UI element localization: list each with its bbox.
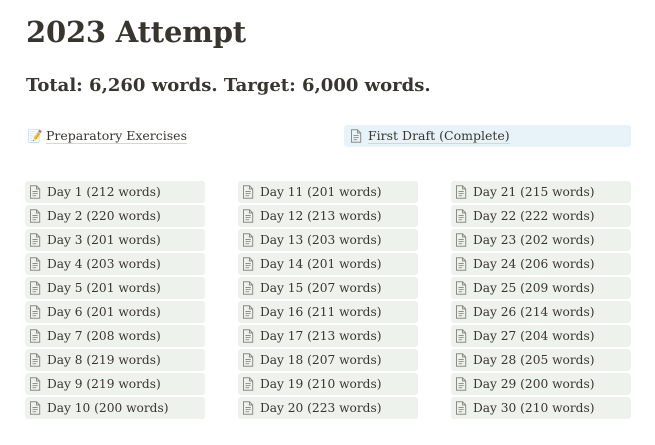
document-icon (30, 401, 41, 415)
day-page-link[interactable]: Day 30 (210 words) (451, 397, 631, 419)
day-page-link[interactable]: Day 2 (220 words) (25, 205, 205, 227)
day-page-label: Day 25 (209 words) (473, 280, 595, 295)
day-page-link[interactable]: Day 20 (223 words) (238, 397, 418, 419)
day-page-link[interactable]: Day 21 (215 words) (451, 181, 631, 203)
day-page-label: Day 8 (219 words) (47, 352, 161, 367)
first-draft-link[interactable]: First Draft (Complete) (344, 125, 631, 147)
day-page-link[interactable]: Day 9 (219 words) (25, 373, 205, 395)
page-title: 2023 Attempt (26, 15, 246, 49)
day-page-link[interactable]: Day 23 (202 words) (451, 229, 631, 251)
day-page-label: Day 16 (211 words) (260, 304, 382, 319)
preparatory-exercises-link[interactable]: 📝 Preparatory Exercises (26, 125, 187, 147)
day-page-label: Day 30 (210 words) (473, 400, 595, 415)
day-page-link[interactable]: Day 16 (211 words) (238, 301, 418, 323)
day-page-label: Day 29 (200 words) (473, 376, 595, 391)
document-icon (30, 209, 41, 223)
day-page-link[interactable]: Day 15 (207 words) (238, 277, 418, 299)
day-page-label: Day 17 (213 words) (260, 328, 382, 343)
day-page-label: Day 27 (204 words) (473, 328, 595, 343)
document-icon (30, 257, 41, 271)
document-icon (243, 353, 254, 367)
day-page-link[interactable]: Day 13 (203 words) (238, 229, 418, 251)
day-page-label: Day 26 (214 words) (473, 304, 595, 319)
document-icon (456, 281, 467, 295)
document-icon (243, 377, 254, 391)
first-draft-label: First Draft (Complete) (368, 128, 510, 144)
day-page-link[interactable]: Day 25 (209 words) (451, 277, 631, 299)
document-icon (456, 401, 467, 415)
day-page-label: Day 21 (215 words) (473, 184, 595, 199)
document-icon (351, 129, 362, 143)
day-page-label: Day 18 (207 words) (260, 352, 382, 367)
document-icon (456, 209, 467, 223)
day-page-link[interactable]: Day 3 (201 words) (25, 229, 205, 251)
document-icon (456, 377, 467, 391)
day-page-link[interactable]: Day 18 (207 words) (238, 349, 418, 371)
document-icon (30, 353, 41, 367)
day-page-link[interactable]: Day 14 (201 words) (238, 253, 418, 275)
document-icon (456, 305, 467, 319)
day-page-link[interactable]: Day 10 (200 words) (25, 397, 205, 419)
document-icon (243, 185, 254, 199)
day-page-link[interactable]: Day 11 (201 words) (238, 181, 418, 203)
document-icon (456, 185, 467, 199)
document-icon (243, 233, 254, 247)
day-page-label: Day 19 (210 words) (260, 376, 382, 391)
pencil-memo-icon: 📝 (27, 129, 43, 143)
day-page-link[interactable]: Day 4 (203 words) (25, 253, 205, 275)
day-page-label: Day 22 (222 words) (473, 208, 595, 223)
day-page-label: Day 3 (201 words) (47, 232, 161, 247)
day-page-link[interactable]: Day 27 (204 words) (451, 325, 631, 347)
day-page-link[interactable]: Day 26 (214 words) (451, 301, 631, 323)
day-page-link[interactable]: Day 5 (201 words) (25, 277, 205, 299)
document-icon (243, 257, 254, 271)
day-page-link[interactable]: Day 24 (206 words) (451, 253, 631, 275)
document-icon (30, 281, 41, 295)
day-page-label: Day 13 (203 words) (260, 232, 382, 247)
day-page-label: Day 9 (219 words) (47, 376, 161, 391)
day-page-link[interactable]: Day 12 (213 words) (238, 205, 418, 227)
day-page-label: Day 14 (201 words) (260, 256, 382, 271)
document-icon (456, 257, 467, 271)
document-icon (30, 233, 41, 247)
day-page-link[interactable]: Day 7 (208 words) (25, 325, 205, 347)
day-page-label: Day 4 (203 words) (47, 256, 161, 271)
word-count-summary: Total: 6,260 words. Target: 6,000 words. (26, 75, 431, 96)
day-page-label: Day 12 (213 words) (260, 208, 382, 223)
day-page-link[interactable]: Day 22 (222 words) (451, 205, 631, 227)
document-icon (30, 185, 41, 199)
day-page-link[interactable]: Day 28 (205 words) (451, 349, 631, 371)
day-page-label: Day 11 (201 words) (260, 184, 382, 199)
day-page-link[interactable]: Day 1 (212 words) (25, 181, 205, 203)
document-icon (243, 329, 254, 343)
day-page-label: Day 2 (220 words) (47, 208, 161, 223)
day-page-link[interactable]: Day 17 (213 words) (238, 325, 418, 347)
day-page-label: Day 28 (205 words) (473, 352, 595, 367)
document-icon (243, 305, 254, 319)
day-page-link[interactable]: Day 6 (201 words) (25, 301, 205, 323)
day-page-link[interactable]: Day 8 (219 words) (25, 349, 205, 371)
day-page-label: Day 15 (207 words) (260, 280, 382, 295)
day-page-link[interactable]: Day 19 (210 words) (238, 373, 418, 395)
day-page-label: Day 1 (212 words) (47, 184, 161, 199)
day-page-link[interactable]: Day 29 (200 words) (451, 373, 631, 395)
document-icon (456, 233, 467, 247)
day-page-label: Day 7 (208 words) (47, 328, 161, 343)
document-icon (456, 353, 467, 367)
document-icon (243, 281, 254, 295)
day-page-label: Day 5 (201 words) (47, 280, 161, 295)
day-page-label: Day 23 (202 words) (473, 232, 595, 247)
document-icon (30, 329, 41, 343)
document-icon (30, 305, 41, 319)
day-page-label: Day 10 (200 words) (47, 400, 169, 415)
preparatory-exercises-label: Preparatory Exercises (46, 128, 187, 144)
document-icon (243, 401, 254, 415)
document-icon (30, 377, 41, 391)
document-icon (243, 209, 254, 223)
day-page-label: Day 20 (223 words) (260, 400, 382, 415)
document-icon (456, 329, 467, 343)
day-page-label: Day 24 (206 words) (473, 256, 595, 271)
day-page-label: Day 6 (201 words) (47, 304, 161, 319)
